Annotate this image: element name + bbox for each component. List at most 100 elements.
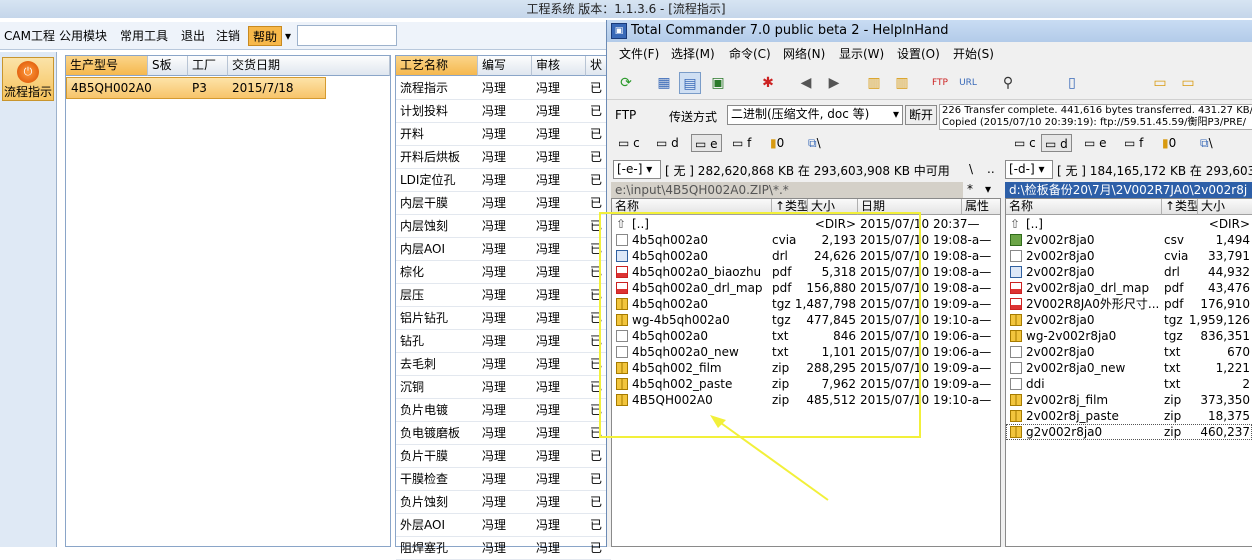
process-name[interactable]: 棕化 <box>396 261 478 284</box>
process-col-reviewer[interactable]: 审核 <box>532 56 586 76</box>
process-name[interactable]: 内层蚀刻 <box>396 215 478 238</box>
right-col-size[interactable]: 大小 <box>1198 199 1252 215</box>
tc-menu-select[interactable]: 选择(M) <box>671 46 715 62</box>
process-col-name[interactable]: 工艺名称 <box>396 56 478 76</box>
left-root-button[interactable]: \ <box>969 162 973 176</box>
left-col-date[interactable]: 日期 <box>858 199 962 215</box>
process-name[interactable]: 开料后烘板 <box>396 146 478 169</box>
thumbnail-view-icon[interactable]: ▣ <box>707 72 729 94</box>
brief-view-icon[interactable]: ▤ <box>679 72 701 94</box>
process-name[interactable]: 阻焊塞孔 <box>396 537 478 560</box>
process-name[interactable]: LDI定位孔 <box>396 169 478 192</box>
process-name[interactable]: 去毛刺 <box>396 353 478 376</box>
process-name[interactable]: 外层AOI <box>396 514 478 537</box>
left-drive-0[interactable]: ▮0 <box>767 134 787 152</box>
file-row[interactable]: 2V002R8JA0外形尺寸... pdf 176,910 <box>1006 296 1252 312</box>
tc-menu-file[interactable]: 文件(F) <box>619 46 659 62</box>
tc-menu-view[interactable]: 显示(W) <box>839 46 884 62</box>
right-drive-e[interactable]: ▭ e <box>1081 134 1110 152</box>
url-connect-icon[interactable]: URL <box>957 72 979 94</box>
file-row[interactable]: 2v002r8ja0 csv 1,494 <box>1006 232 1252 248</box>
file-row[interactable]: 2v002r8ja0_drl_map pdf 43,476 <box>1006 280 1252 296</box>
file-row[interactable]: 2v002r8ja0 cvia 33,791 <box>1006 248 1252 264</box>
pack-icon[interactable]: ▥ <box>863 72 885 94</box>
invert-selection-icon[interactable]: ✱ <box>757 72 779 94</box>
process-name[interactable]: 负片电镀 <box>396 399 478 422</box>
forward-icon[interactable]: ▶ <box>823 72 845 94</box>
chevron-down-icon[interactable]: ▾ <box>283 26 293 46</box>
left-drive-c[interactable]: ▭ c <box>615 134 643 152</box>
process-name[interactable]: 内层干膜 <box>396 192 478 215</box>
left-col-attr[interactable]: 属性 <box>962 199 1000 215</box>
process-name[interactable]: 负片蚀刻 <box>396 491 478 514</box>
file-row[interactable]: 2v002r8ja0 drl 44,932 <box>1006 264 1252 280</box>
file-row[interactable]: 2v002r8j_paste zip 18,375 <box>1006 408 1252 424</box>
process-name[interactable]: 层压 <box>396 284 478 307</box>
tc-menu-start[interactable]: 开始(S) <box>953 46 994 62</box>
folder-icon[interactable]: ▭ <box>1177 72 1199 94</box>
disconnect-button[interactable]: 断开 <box>905 105 938 125</box>
job-row-selected[interactable]: 4B5QH002A0 P3 2015/7/18 <box>66 77 326 99</box>
right-drive-d[interactable]: ▭ d <box>1041 134 1072 152</box>
file-row[interactable]: ⇧ [..] <DIR> 2015/07/10 20:37— <box>612 216 1000 232</box>
job-col-date[interactable]: 交货日期 <box>228 56 390 76</box>
right-drive-f[interactable]: ▭ f <box>1121 134 1146 152</box>
right-drive-0[interactable]: ▮0 <box>1159 134 1179 152</box>
job-col-factory[interactable]: 工厂 <box>188 56 228 76</box>
left-col-size[interactable]: 大小 <box>808 199 858 215</box>
unpack-icon[interactable]: ▥ <box>891 72 913 94</box>
tc-menu-network[interactable]: 网络(N) <box>783 46 825 62</box>
refresh-icon[interactable]: ⟳ <box>615 72 637 94</box>
left-drive-network[interactable]: ⧉\ <box>805 134 824 152</box>
icons-view-icon[interactable]: ▦ <box>653 72 675 94</box>
notepad-icon[interactable]: ▯ <box>1061 72 1083 94</box>
file-row[interactable]: 4b5qh002a0_new txt 1,101 2015/07/10 19:06-a… <box>612 344 1000 360</box>
right-drive-network[interactable]: ⧉\ <box>1197 134 1216 152</box>
file-row[interactable]: 2v002r8ja0 txt 670 <box>1006 344 1252 360</box>
file-row[interactable]: 4b5qh002a0_biaozhu pdf 5,318 2015/07/10 19:… <box>612 264 1000 280</box>
file-row[interactable]: 4b5qh002a0 drl 24,626 2015/07/10 19:08-a— <box>612 248 1000 264</box>
left-col-name[interactable]: 名称 <box>612 199 772 215</box>
left-up-button[interactable]: .. <box>987 162 995 176</box>
left-path[interactable]: e:\input\4B5QH002A0.ZIP\*.* <box>611 182 963 198</box>
left-col-type[interactable]: ↑类型 <box>772 199 808 215</box>
file-row[interactable]: ddi txt 2 <box>1006 376 1252 392</box>
file-row[interactable]: 4b5qh002a0 cvia 2,193 2015/07/10 19:08-a— <box>612 232 1000 248</box>
process-name[interactable]: 流程指示 <box>396 77 478 100</box>
left-drive-f[interactable]: ▭ f <box>729 134 754 152</box>
process-name[interactable]: 负片干膜 <box>396 445 478 468</box>
file-row[interactable]: 4b5qh002a0 tgz 1,487,798 2015/07/10 19:09-a… <box>612 296 1000 312</box>
file-row[interactable]: wg-4b5qh002a0 tgz 477,845 2015/07/10 19:10-… <box>612 312 1000 328</box>
find-files-icon[interactable]: ⚲ <box>997 72 1019 94</box>
left-drive-select[interactable]: [-e-] ▾ <box>613 160 661 179</box>
menu-help[interactable]: 帮助 <box>248 26 283 46</box>
job-col-s[interactable]: S板 <box>148 56 188 76</box>
job-col-model[interactable]: 生产型号 <box>66 56 148 76</box>
file-row[interactable]: 2v002r8ja0 tgz 1,959,126 <box>1006 312 1252 328</box>
process-name[interactable]: 计划投料 <box>396 100 478 123</box>
file-row[interactable]: g2v002r8ja0 zip 460,237 <box>1006 424 1252 440</box>
file-row[interactable]: 4b5qh002_film zip 288,295 2015/07/10 19:09-… <box>612 360 1000 376</box>
folder-icon[interactable]: ▭ <box>1149 72 1171 94</box>
process-name[interactable]: 铝片钻孔 <box>396 307 478 330</box>
file-row[interactable]: 4b5qh002a0 txt 846 2015/07/10 19:06-a— <box>612 328 1000 344</box>
process-name[interactable]: 负电镀磨板 <box>396 422 478 445</box>
right-path[interactable]: d:\检板备份20\7月\2V002R7JA0\2v002r8j <box>1005 182 1252 198</box>
file-row[interactable]: ⇧ [..] <DIR> <box>1006 216 1252 232</box>
process-name[interactable]: 内层AOI <box>396 238 478 261</box>
menu-cam[interactable]: CAM工程 <box>2 26 57 46</box>
file-row[interactable]: 2v002r8ja0_new txt 1,221 <box>1006 360 1252 376</box>
right-drive-c[interactable]: ▭ c <box>1011 134 1039 152</box>
tc-menu-settings[interactable]: 设置(O) <box>897 46 940 62</box>
file-row[interactable]: 2v002r8j_film zip 373,350 <box>1006 392 1252 408</box>
menu-public-modules[interactable]: 公用模块 <box>57 26 109 46</box>
chevron-down-icon[interactable]: ▾ <box>985 182 991 196</box>
file-row[interactable]: wg-2v002r8ja0 tgz 836,351 <box>1006 328 1252 344</box>
tc-menu-command[interactable]: 命令(C) <box>729 46 771 62</box>
process-name[interactable]: 钻孔 <box>396 330 478 353</box>
process-name[interactable]: 干膜检查 <box>396 468 478 491</box>
right-drive-select[interactable]: [-d-] ▾ <box>1005 160 1053 179</box>
process-name[interactable]: 沉铜 <box>396 376 478 399</box>
right-col-name[interactable]: 名称 <box>1006 199 1162 215</box>
back-icon[interactable]: ◀ <box>795 72 817 94</box>
